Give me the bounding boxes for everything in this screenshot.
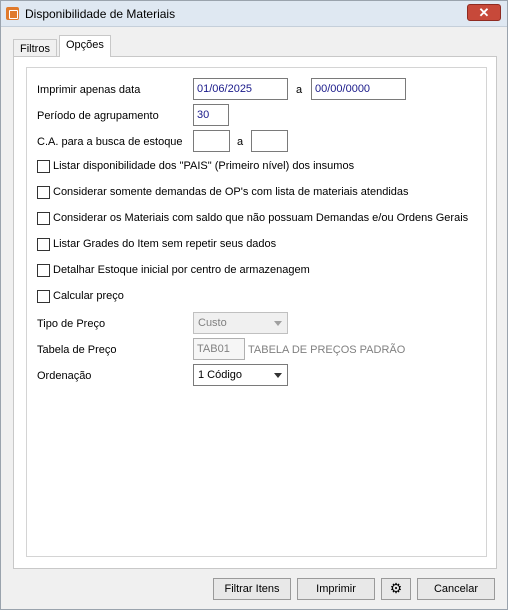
tipo-preco-select: Custo bbox=[193, 312, 288, 334]
title-bar[interactable]: Disponibilidade de Materiais ✕ bbox=[1, 1, 507, 27]
tipo-preco-value: Custo bbox=[198, 317, 227, 329]
tipo-preco-label: Tipo de Preço bbox=[37, 318, 106, 330]
chevron-down-icon bbox=[274, 321, 282, 326]
checkbox-label: Detalhar Estoque inicial por centro de a… bbox=[53, 264, 310, 276]
ca-label: C.A. para a busca de estoque bbox=[37, 136, 183, 148]
tabela-preco-code-input: TAB01 bbox=[193, 338, 245, 360]
ca-end-input[interactable] bbox=[251, 130, 288, 152]
options-group: Imprimir apenas data 01/06/2025 a 00/00/… bbox=[26, 67, 487, 557]
dialog-window: Disponibilidade de Materiais ✕ Filtros O… bbox=[0, 0, 508, 610]
tab-panel-opcoes: Imprimir apenas data 01/06/2025 a 00/00/… bbox=[13, 56, 497, 569]
checkbox-label: Considerar os Materiais com saldo que nã… bbox=[53, 212, 469, 224]
tabela-preco-label: Tabela de Preço bbox=[37, 344, 117, 356]
checkbox-box[interactable] bbox=[37, 264, 50, 277]
checkbox-label: Calcular preço bbox=[53, 290, 124, 302]
checkbox-box[interactable] bbox=[37, 290, 50, 303]
cancelar-button[interactable]: Cancelar bbox=[417, 578, 495, 600]
checkbox-label: Listar Grades do Item sem repetir seus d… bbox=[53, 238, 277, 250]
checkbox-box[interactable] bbox=[37, 160, 50, 173]
ca-start-input[interactable] bbox=[193, 130, 230, 152]
ca-range-separator: a bbox=[237, 136, 244, 148]
chevron-down-icon bbox=[274, 373, 282, 378]
periodo-label: Período de agrupamento bbox=[37, 110, 159, 122]
tabela-preco-description: TABELA DE PREÇOS PADRÃO bbox=[248, 344, 406, 356]
ordenacao-select[interactable]: 1 Código bbox=[193, 364, 288, 386]
checkbox-box[interactable] bbox=[37, 238, 50, 251]
date-range-separator: a bbox=[296, 84, 303, 96]
checkbox-box[interactable] bbox=[37, 186, 50, 199]
checkbox-label: Considerar somente demandas de OP's com … bbox=[53, 186, 409, 198]
app-icon bbox=[6, 7, 19, 20]
window-title: Disponibilidade de Materiais bbox=[25, 7, 176, 21]
filtrar-itens-button[interactable]: Filtrar Itens bbox=[213, 578, 291, 600]
checkbox-label: Listar disponibilidade dos "PAIS" (Prime… bbox=[53, 160, 355, 172]
imprimir-data-label: Imprimir apenas data bbox=[37, 84, 141, 96]
date-end-input[interactable]: 00/00/0000 bbox=[311, 78, 406, 100]
gear-icon[interactable]: ⚙ bbox=[381, 578, 411, 600]
close-button[interactable]: ✕ bbox=[467, 4, 501, 21]
tab-opcoes[interactable]: Opções bbox=[59, 35, 111, 57]
ordenacao-value: 1 Código bbox=[198, 369, 243, 381]
imprimir-button[interactable]: Imprimir bbox=[297, 578, 375, 600]
checkbox-box[interactable] bbox=[37, 212, 50, 225]
tab-filtros[interactable]: Filtros bbox=[13, 39, 57, 57]
ordenacao-label: Ordenação bbox=[37, 370, 92, 382]
date-start-input[interactable]: 01/06/2025 bbox=[193, 78, 288, 100]
periodo-input[interactable]: 30 bbox=[193, 104, 229, 126]
